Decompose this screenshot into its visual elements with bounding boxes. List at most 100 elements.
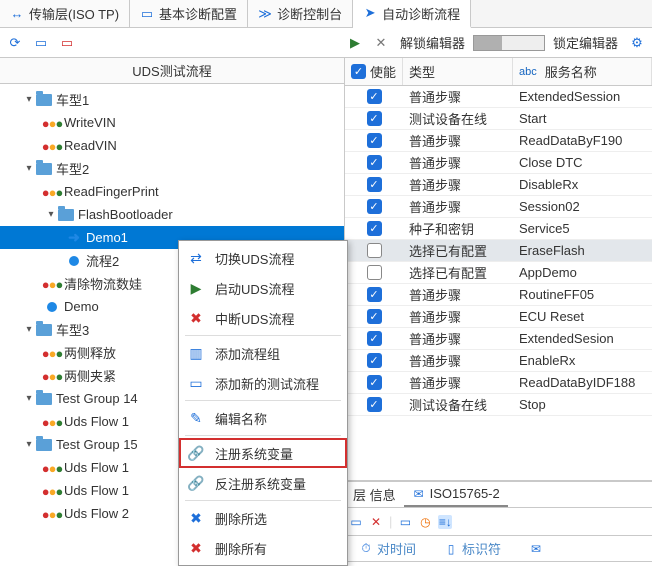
refresh-button[interactable]: ⟳ (4, 32, 26, 54)
tree-row[interactable]: ▾车型1 (0, 88, 344, 111)
ctx-item[interactable]: ✖删除所有 (179, 533, 347, 563)
name-cell: DisableRx (513, 177, 652, 192)
tab-icon: ▭ (140, 7, 154, 21)
checkbox[interactable]: ✓ (367, 111, 382, 126)
tree-row[interactable]: ▾FlashBootloader (0, 203, 344, 226)
grid-row[interactable]: ✓普通步骤ReadDataByF190 (345, 130, 652, 152)
ctx-label: 添加新的测试流程 (215, 374, 319, 393)
tree-row[interactable]: ●●●ReadVIN (0, 134, 344, 157)
toggle-icon[interactable]: ▾ (44, 208, 58, 222)
checkbox[interactable]: ✓ (367, 309, 382, 324)
dots-icon: ●●● (44, 276, 60, 292)
tree-row[interactable]: ▾车型2 (0, 157, 344, 180)
folder-icon (58, 209, 74, 221)
grid-row[interactable]: ✓选择已有配置EraseFlash (345, 240, 652, 262)
enable-cell[interactable]: ✓ (345, 199, 403, 214)
enable-cell[interactable]: ✓ (345, 309, 403, 324)
grid-row[interactable]: ✓普通步骤Session02 (345, 196, 652, 218)
enable-cell[interactable]: ✓ (345, 397, 403, 412)
enable-cell[interactable]: ✓ (345, 375, 403, 390)
enable-cell[interactable]: ✓ (345, 133, 403, 148)
grid-row[interactable]: ✓普通步骤DisableRx (345, 174, 652, 196)
ctx-item[interactable]: 🔗注册系统变量 (179, 438, 347, 468)
grid-row[interactable]: ✓测试设备在线Stop (345, 394, 652, 416)
grid-row[interactable]: ✓选择已有配置AppDemo (345, 262, 652, 284)
ctx-item[interactable]: ▭添加新的测试流程 (179, 368, 347, 398)
tab-1[interactable]: ▭基本诊断配置 (130, 0, 248, 27)
bottom-col[interactable]: ⏱对时间 (345, 539, 430, 558)
checkbox[interactable]: ✓ (367, 133, 382, 148)
bottom-tab[interactable]: 层 信息 (345, 482, 404, 507)
ctx-icon: ▥ (187, 344, 205, 362)
grid-row[interactable]: ✓种子和密钥Service5 (345, 218, 652, 240)
bottom-col[interactable]: ▯标识符 (430, 539, 515, 558)
enable-cell[interactable]: ✓ (345, 155, 403, 170)
delete-icon[interactable]: ✕ (369, 515, 383, 529)
grid-row[interactable]: ✓测试设备在线Start (345, 108, 652, 130)
add-button[interactable]: ▭ (30, 32, 52, 54)
grid-body[interactable]: ✓普通步骤ExtendedSession✓测试设备在线Start✓普通步骤Rea… (345, 86, 652, 480)
enable-cell[interactable]: ✓ (345, 89, 403, 104)
ctx-item[interactable]: ▥添加流程组 (179, 338, 347, 368)
grid-row[interactable]: ✓普通步骤RoutineFF05 (345, 284, 652, 306)
enable-cell[interactable]: ✓ (345, 111, 403, 126)
enable-cell[interactable]: ✓ (345, 331, 403, 346)
clock-icon[interactable]: ◷ (418, 515, 432, 529)
col-name[interactable]: abc服务名称 (513, 58, 652, 85)
checkbox[interactable]: ✓ (367, 199, 382, 214)
checkbox[interactable]: ✓ (367, 177, 382, 192)
checkbox[interactable]: ✓ (367, 155, 382, 170)
checkbox[interactable]: ✓ (367, 287, 382, 302)
checkbox[interactable]: ✓ (367, 243, 382, 258)
ctx-item[interactable]: ✖删除所选 (179, 503, 347, 533)
checkbox[interactable]: ✓ (367, 331, 382, 346)
tab-3[interactable]: ➤自动诊断流程 (353, 0, 471, 28)
ctx-item[interactable]: ⇄切换UDS流程 (179, 243, 347, 273)
checkbox[interactable]: ✓ (367, 375, 382, 390)
lock-settings-button[interactable]: ⚙ (626, 32, 648, 54)
checkbox[interactable]: ✓ (367, 353, 382, 368)
bottom-tab[interactable]: ✉ISO15765-2 (404, 482, 508, 507)
tree-row[interactable]: ●●●WriteVIN (0, 111, 344, 134)
grid-row[interactable]: ✓普通步骤ExtendedSession (345, 86, 652, 108)
remove-button[interactable]: ▭ (56, 32, 78, 54)
grid-row[interactable]: ✓普通步骤ExtendedSesion (345, 328, 652, 350)
name-cell: ExtendedSession (513, 89, 652, 104)
enable-cell[interactable]: ✓ (345, 287, 403, 302)
toggle-icon[interactable]: ▾ (22, 323, 36, 337)
sort-icon[interactable]: ≡↓ (438, 515, 452, 529)
doc-icon[interactable]: ▭ (349, 515, 363, 529)
grid-row[interactable]: ✓普通步骤ReadDataByIDF188 (345, 372, 652, 394)
grid-row[interactable]: ✓普通步骤EnableRx (345, 350, 652, 372)
tab-2[interactable]: ≫诊断控制台 (248, 0, 353, 27)
checkbox[interactable]: ✓ (367, 397, 382, 412)
progress-bar[interactable] (473, 35, 545, 51)
checkbox[interactable]: ✓ (367, 221, 382, 236)
copy-icon[interactable]: ▭ (398, 515, 412, 529)
ctx-item[interactable]: ✎编辑名称 (179, 403, 347, 433)
col-enable[interactable]: ✓ 使能 (345, 58, 403, 85)
enable-cell[interactable]: ✓ (345, 265, 403, 280)
grid-row[interactable]: ✓普通步骤ECU Reset (345, 306, 652, 328)
ctx-item[interactable]: 🔗反注册系统变量 (179, 468, 347, 498)
checkbox[interactable]: ✓ (367, 265, 382, 280)
enable-cell[interactable]: ✓ (345, 243, 403, 258)
tree-row[interactable]: ●●●ReadFingerPrint (0, 180, 344, 203)
checkbox[interactable]: ✓ (367, 89, 382, 104)
ctx-item[interactable]: ▶启动UDS流程 (179, 273, 347, 303)
toggle-icon[interactable]: ▾ (22, 392, 36, 406)
enable-cell[interactable]: ✓ (345, 221, 403, 236)
context-menu[interactable]: ⇄切换UDS流程▶启动UDS流程✖中断UDS流程 ▥添加流程组▭添加新的测试流程 ✎… (178, 240, 348, 566)
toggle-icon[interactable]: ▾ (22, 93, 36, 107)
play-button[interactable]: ▶ (344, 32, 366, 54)
ctx-item[interactable]: ✖中断UDS流程 (179, 303, 347, 333)
toggle-icon[interactable]: ▾ (22, 438, 36, 452)
tab-0[interactable]: ↔传输层(ISO TP) (0, 0, 130, 27)
enable-cell[interactable]: ✓ (345, 353, 403, 368)
toggle-icon[interactable]: ▾ (22, 162, 36, 176)
grid-row[interactable]: ✓普通步骤Close DTC (345, 152, 652, 174)
enable-cell[interactable]: ✓ (345, 177, 403, 192)
stop-button[interactable]: ✕ (370, 32, 392, 54)
col-type[interactable]: 类型 (403, 58, 513, 85)
bottom-col-extra[interactable]: ✉ (515, 542, 557, 556)
